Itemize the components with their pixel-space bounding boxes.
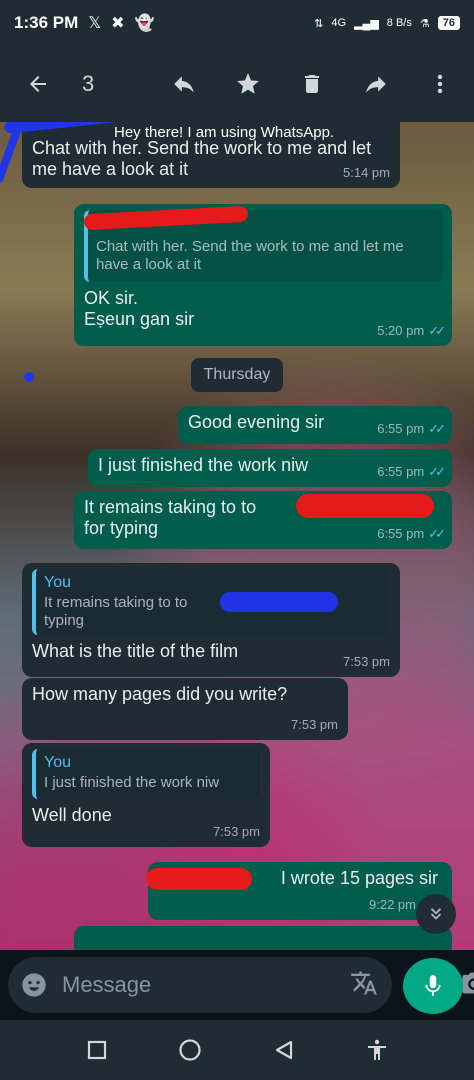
redaction-scribble [220, 592, 338, 612]
message-incoming[interactable]: You I just finished the work niw Well do… [22, 743, 270, 847]
message-time: 9:22 pm [369, 897, 416, 912]
status-bar: 1:36 PM 𝕏 ✖ 👻 ⇅ 4G ▂▄▆ 8 B/s ⚗ 76 [0, 0, 474, 46]
trash-icon [305, 75, 319, 93]
emoji-button[interactable] [20, 970, 48, 1000]
reply-button[interactable] [170, 70, 198, 98]
back-nav-button[interactable] [269, 1035, 299, 1065]
redaction-scribble [296, 494, 434, 518]
quoted-author: You [44, 754, 71, 771]
snapchat-icon: 👻 [134, 15, 155, 32]
recents-button[interactable] [82, 1035, 112, 1065]
blue-dot [24, 372, 34, 382]
translate-icon [351, 970, 377, 995]
status-time: 1:36 PM [14, 13, 79, 32]
forward-button[interactable] [362, 70, 390, 98]
system-nav-bar [0, 1020, 474, 1080]
quoted-text: Chat with her. Send the work to me and l… [96, 238, 404, 273]
message-incoming[interactable]: You It remains taking to tofor typing Wh… [22, 563, 400, 677]
scroll-to-bottom-button[interactable] [416, 894, 456, 934]
message-time: 5:20 pm ✓✓ [377, 320, 446, 341]
emoji-icon [22, 973, 46, 997]
chat-area[interactable]: Chat with her. Send the work to me and l… [0, 122, 474, 950]
square-icon [87, 1040, 106, 1060]
read-ticks-icon: ✓✓ [428, 421, 446, 436]
message-text: What is the title of the film [32, 641, 239, 661]
read-ticks-icon: ✓✓ [428, 464, 446, 479]
quoted-text: I just finished the work niw [44, 774, 220, 791]
double-chevron-down-icon [430, 908, 442, 920]
triangle-back-icon [275, 1040, 292, 1060]
message-text: How many pages did you write? [32, 684, 288, 704]
grid-icon: ✖ [111, 15, 125, 32]
message-time: 6:55 pm ✓✓ [377, 418, 446, 439]
composer-bar [0, 950, 474, 1020]
reply-icon [174, 76, 194, 93]
selection-action-bar: 3 [0, 46, 474, 122]
contact-status-text: Hey there! I am using WhatsApp. [114, 124, 335, 141]
message-outgoing[interactable]: I just finished the work niw 6:55 pm ✓✓ [88, 449, 452, 487]
back-button[interactable] [16, 62, 60, 106]
forward-icon [366, 76, 386, 93]
message-time: 6:55 pm ✓✓ [377, 461, 446, 482]
date-chip: Thursday [191, 358, 283, 392]
signal-icon: ▂▄▆ [354, 17, 379, 30]
voice-message-button[interactable] [403, 958, 463, 1014]
message-incoming[interactable]: How many pages did you write? 7:53 pm [22, 678, 348, 740]
message-outgoing[interactable]: Good evening sir 6:55 pm ✓✓ [178, 406, 452, 444]
message-time: 6:55 pm ✓✓ [377, 523, 446, 544]
home-button[interactable] [175, 1035, 205, 1065]
circle-icon [179, 1039, 201, 1061]
microphone-icon [425, 975, 441, 996]
read-ticks-icon: ✓✓ [428, 323, 446, 338]
composer-pill [8, 957, 474, 1013]
battery-icon: 76 [437, 16, 460, 30]
message-text: I just finished the work niw [98, 455, 309, 475]
message-time: 7:53 pm [343, 654, 390, 669]
speed-label: 8 B/s [386, 17, 412, 29]
redaction-scribble [146, 868, 252, 890]
message-text: Chat with her. Send the work to me and l… [32, 138, 372, 179]
quoted-text-line2: typing [44, 612, 85, 629]
message-time: 5:14 pm [343, 165, 390, 180]
notification-icons: 𝕏 ✖ 👻 [88, 13, 154, 33]
message-text: Good evening sir [188, 412, 325, 432]
accessibility-icon [368, 1039, 387, 1060]
arrow-left-icon [30, 76, 46, 92]
more-options-button[interactable] [426, 70, 454, 98]
network-label: 4G [331, 17, 347, 29]
quoted-author: You [44, 574, 71, 591]
translate-button[interactable] [350, 969, 378, 1002]
accessibility-button[interactable] [362, 1035, 392, 1065]
x-icon: 𝕏 [88, 15, 102, 32]
status-right: ⇅ 4G ▂▄▆ 8 B/s ⚗ 76 [314, 16, 460, 30]
data-arrows-icon: ⇅ [314, 17, 324, 30]
message-outgoing-partial[interactable] [74, 926, 452, 950]
star-button[interactable] [234, 70, 262, 98]
message-input[interactable] [62, 972, 350, 998]
read-ticks-icon: ✓✓ [428, 526, 446, 541]
more-vert-icon [437, 74, 443, 94]
message-time: 7:53 pm [291, 717, 338, 732]
delete-button[interactable] [298, 70, 326, 98]
alarm-icon: ⚗ [419, 17, 430, 30]
selected-count: 3 [82, 71, 95, 96]
message-time: 7:53 pm [213, 824, 260, 839]
star-icon [237, 73, 259, 94]
quoted-message[interactable]: You I just finished the work niw [32, 749, 260, 799]
redaction-scribble [0, 126, 22, 184]
message-text: OK sir. [84, 288, 139, 308]
